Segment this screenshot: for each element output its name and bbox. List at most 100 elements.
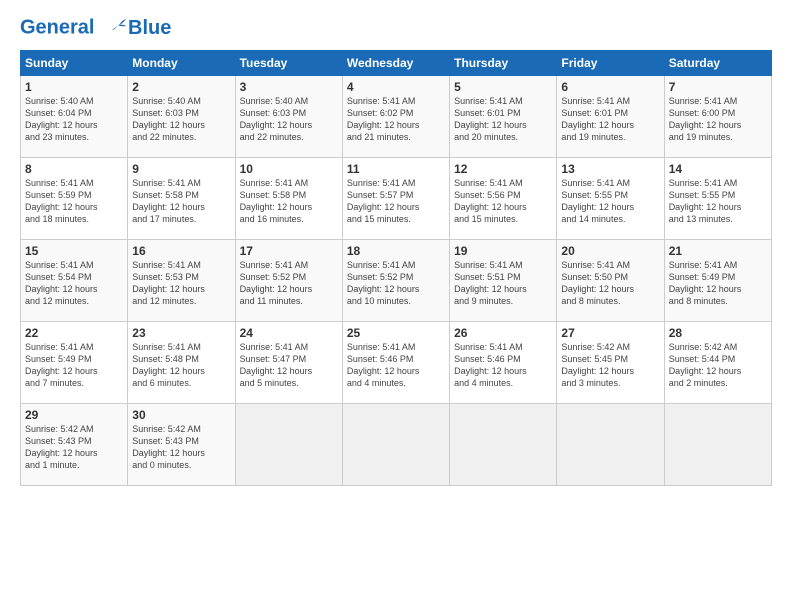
calendar-cell: 15Sunrise: 5:41 AM Sunset: 5:54 PM Dayli… [21,240,128,322]
calendar-cell: 4Sunrise: 5:41 AM Sunset: 6:02 PM Daylig… [342,76,449,158]
day-number: 16 [132,244,230,258]
calendar-cell: 16Sunrise: 5:41 AM Sunset: 5:53 PM Dayli… [128,240,235,322]
day-number: 27 [561,326,659,340]
day-number: 9 [132,162,230,176]
calendar-cell: 3Sunrise: 5:40 AM Sunset: 6:03 PM Daylig… [235,76,342,158]
col-header-friday: Friday [557,51,664,76]
calendar-cell: 18Sunrise: 5:41 AM Sunset: 5:52 PM Dayli… [342,240,449,322]
cell-info: Sunrise: 5:41 AM Sunset: 5:54 PM Dayligh… [25,259,123,308]
col-header-monday: Monday [128,51,235,76]
col-header-wednesday: Wednesday [342,51,449,76]
calendar-cell [342,404,449,486]
cell-info: Sunrise: 5:41 AM Sunset: 6:01 PM Dayligh… [561,95,659,144]
calendar-cell: 6Sunrise: 5:41 AM Sunset: 6:01 PM Daylig… [557,76,664,158]
cell-info: Sunrise: 5:41 AM Sunset: 5:55 PM Dayligh… [561,177,659,226]
calendar-cell: 19Sunrise: 5:41 AM Sunset: 5:51 PM Dayli… [450,240,557,322]
cell-info: Sunrise: 5:41 AM Sunset: 5:49 PM Dayligh… [669,259,767,308]
cell-info: Sunrise: 5:41 AM Sunset: 5:51 PM Dayligh… [454,259,552,308]
day-number: 28 [669,326,767,340]
calendar-cell [235,404,342,486]
calendar-cell: 17Sunrise: 5:41 AM Sunset: 5:52 PM Dayli… [235,240,342,322]
calendar-cell: 26Sunrise: 5:41 AM Sunset: 5:46 PM Dayli… [450,322,557,404]
cell-info: Sunrise: 5:41 AM Sunset: 5:48 PM Dayligh… [132,341,230,390]
day-number: 23 [132,326,230,340]
cell-info: Sunrise: 5:40 AM Sunset: 6:03 PM Dayligh… [132,95,230,144]
logo-blue: Blue [128,17,171,40]
day-number: 14 [669,162,767,176]
calendar-cell: 7Sunrise: 5:41 AM Sunset: 6:00 PM Daylig… [664,76,771,158]
calendar-cell: 2Sunrise: 5:40 AM Sunset: 6:03 PM Daylig… [128,76,235,158]
calendar-cell: 28Sunrise: 5:42 AM Sunset: 5:44 PM Dayli… [664,322,771,404]
calendar-cell: 25Sunrise: 5:41 AM Sunset: 5:46 PM Dayli… [342,322,449,404]
calendar-cell: 13Sunrise: 5:41 AM Sunset: 5:55 PM Dayli… [557,158,664,240]
day-number: 1 [25,80,123,94]
calendar-cell: 20Sunrise: 5:41 AM Sunset: 5:50 PM Dayli… [557,240,664,322]
logo: General Blue [20,16,171,40]
day-number: 15 [25,244,123,258]
day-number: 12 [454,162,552,176]
calendar-cell: 9Sunrise: 5:41 AM Sunset: 5:58 PM Daylig… [128,158,235,240]
calendar-cell: 22Sunrise: 5:41 AM Sunset: 5:49 PM Dayli… [21,322,128,404]
day-number: 22 [25,326,123,340]
week-row-5: 29Sunrise: 5:42 AM Sunset: 5:43 PM Dayli… [21,404,772,486]
day-number: 30 [132,408,230,422]
col-header-saturday: Saturday [664,51,771,76]
calendar-cell [664,404,771,486]
day-number: 5 [454,80,552,94]
col-header-tuesday: Tuesday [235,51,342,76]
day-number: 20 [561,244,659,258]
cell-info: Sunrise: 5:41 AM Sunset: 5:55 PM Dayligh… [669,177,767,226]
cell-info: Sunrise: 5:42 AM Sunset: 5:43 PM Dayligh… [25,423,123,472]
cell-info: Sunrise: 5:41 AM Sunset: 5:52 PM Dayligh… [347,259,445,308]
week-row-2: 8Sunrise: 5:41 AM Sunset: 5:59 PM Daylig… [21,158,772,240]
cell-info: Sunrise: 5:41 AM Sunset: 5:49 PM Dayligh… [25,341,123,390]
day-number: 26 [454,326,552,340]
day-number: 2 [132,80,230,94]
calendar-cell: 12Sunrise: 5:41 AM Sunset: 5:56 PM Dayli… [450,158,557,240]
cell-info: Sunrise: 5:41 AM Sunset: 5:53 PM Dayligh… [132,259,230,308]
day-number: 21 [669,244,767,258]
calendar-cell: 24Sunrise: 5:41 AM Sunset: 5:47 PM Dayli… [235,322,342,404]
logo-general: General [20,16,94,38]
calendar-cell: 23Sunrise: 5:41 AM Sunset: 5:48 PM Dayli… [128,322,235,404]
calendar-cell: 21Sunrise: 5:41 AM Sunset: 5:49 PM Dayli… [664,240,771,322]
calendar-cell: 29Sunrise: 5:42 AM Sunset: 5:43 PM Dayli… [21,404,128,486]
cell-info: Sunrise: 5:42 AM Sunset: 5:43 PM Dayligh… [132,423,230,472]
cell-info: Sunrise: 5:41 AM Sunset: 5:52 PM Dayligh… [240,259,338,308]
day-number: 7 [669,80,767,94]
cell-info: Sunrise: 5:41 AM Sunset: 5:57 PM Dayligh… [347,177,445,226]
calendar-cell: 10Sunrise: 5:41 AM Sunset: 5:58 PM Dayli… [235,158,342,240]
calendar-header-row: SundayMondayTuesdayWednesdayThursdayFrid… [21,51,772,76]
calendar-cell: 1Sunrise: 5:40 AM Sunset: 6:04 PM Daylig… [21,76,128,158]
cell-info: Sunrise: 5:41 AM Sunset: 5:56 PM Dayligh… [454,177,552,226]
cell-info: Sunrise: 5:41 AM Sunset: 6:02 PM Dayligh… [347,95,445,144]
day-number: 10 [240,162,338,176]
cell-info: Sunrise: 5:41 AM Sunset: 6:00 PM Dayligh… [669,95,767,144]
calendar-cell: 8Sunrise: 5:41 AM Sunset: 5:59 PM Daylig… [21,158,128,240]
cell-info: Sunrise: 5:40 AM Sunset: 6:03 PM Dayligh… [240,95,338,144]
day-number: 4 [347,80,445,94]
calendar-cell [450,404,557,486]
cell-info: Sunrise: 5:41 AM Sunset: 6:01 PM Dayligh… [454,95,552,144]
cell-info: Sunrise: 5:41 AM Sunset: 5:46 PM Dayligh… [347,341,445,390]
day-number: 11 [347,162,445,176]
day-number: 19 [454,244,552,258]
logo-bird-icon [102,16,126,40]
day-number: 3 [240,80,338,94]
calendar-cell [557,404,664,486]
cell-info: Sunrise: 5:40 AM Sunset: 6:04 PM Dayligh… [25,95,123,144]
cell-info: Sunrise: 5:41 AM Sunset: 5:58 PM Dayligh… [132,177,230,226]
cell-info: Sunrise: 5:42 AM Sunset: 5:45 PM Dayligh… [561,341,659,390]
calendar-table: SundayMondayTuesdayWednesdayThursdayFrid… [20,50,772,486]
day-number: 8 [25,162,123,176]
day-number: 29 [25,408,123,422]
cell-info: Sunrise: 5:41 AM Sunset: 5:46 PM Dayligh… [454,341,552,390]
week-row-1: 1Sunrise: 5:40 AM Sunset: 6:04 PM Daylig… [21,76,772,158]
calendar-cell: 5Sunrise: 5:41 AM Sunset: 6:01 PM Daylig… [450,76,557,158]
day-number: 18 [347,244,445,258]
cell-info: Sunrise: 5:41 AM Sunset: 5:58 PM Dayligh… [240,177,338,226]
cell-info: Sunrise: 5:41 AM Sunset: 5:50 PM Dayligh… [561,259,659,308]
col-header-thursday: Thursday [450,51,557,76]
day-number: 13 [561,162,659,176]
calendar-cell: 11Sunrise: 5:41 AM Sunset: 5:57 PM Dayli… [342,158,449,240]
